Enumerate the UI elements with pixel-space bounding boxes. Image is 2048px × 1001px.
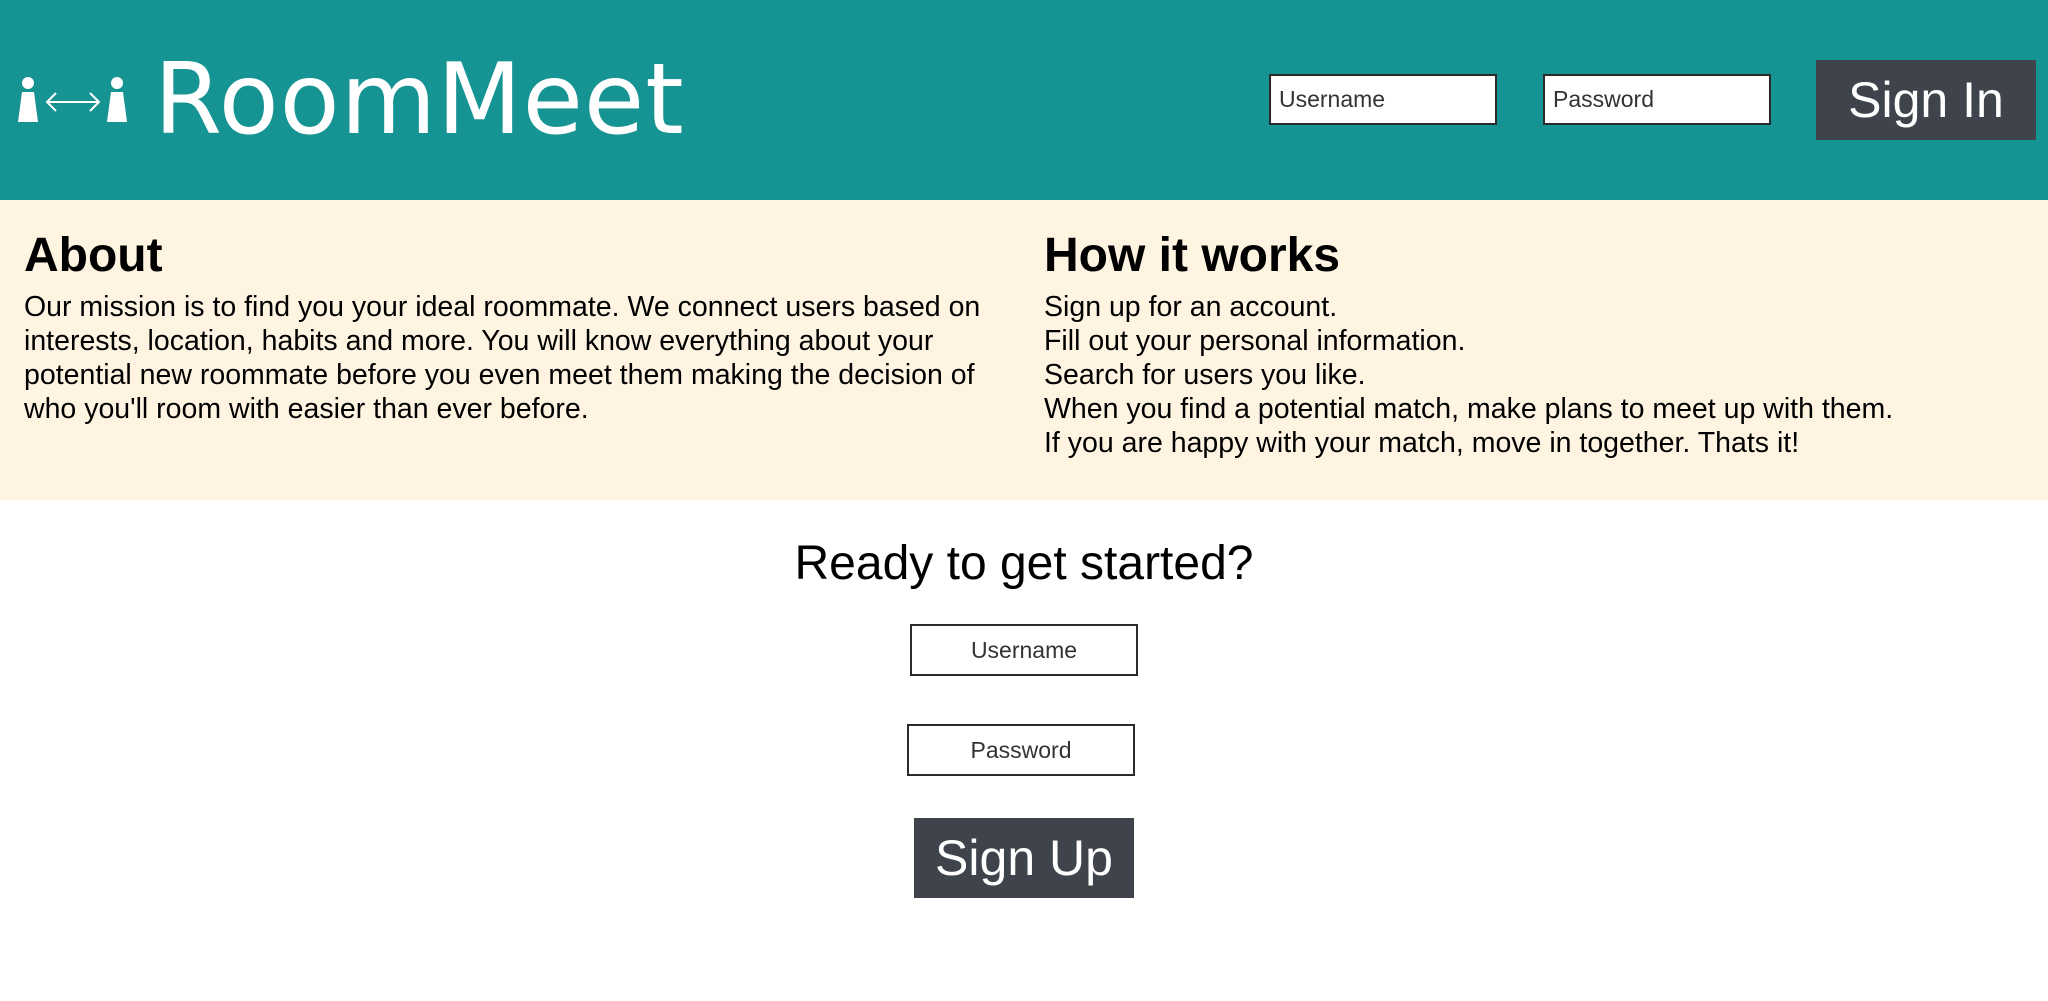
signup-password-input[interactable] bbox=[907, 724, 1135, 776]
sign-in-button[interactable]: Sign In bbox=[1816, 60, 2036, 140]
brand-logo-text: RoomMeet bbox=[154, 43, 685, 157]
step-item: Search for users you like. bbox=[1044, 359, 1366, 391]
how-it-works-heading: How it works bbox=[1044, 229, 1341, 282]
how-it-works-steps: Sign up for an account. Fill out your pe… bbox=[1044, 290, 2024, 460]
site-header: RoomMeet Sign In bbox=[0, 0, 2048, 200]
about-text: Our mission is to find you your ideal ro… bbox=[24, 291, 981, 425]
info-section: About Our mission is to find you your id… bbox=[0, 200, 2048, 500]
sign-up-button[interactable]: Sign Up bbox=[914, 818, 1134, 898]
step-item: Sign up for an account. bbox=[1044, 291, 1338, 323]
header-username-input[interactable] bbox=[1269, 74, 1497, 125]
step-item: When you find a potential match, make pl… bbox=[1044, 393, 1894, 425]
step-item: If you are happy with your match, move i… bbox=[1044, 427, 1800, 459]
step-item: Fill out your personal information. bbox=[1044, 325, 1466, 357]
roommates-connect-icon bbox=[18, 77, 127, 122]
signup-username-input[interactable] bbox=[910, 624, 1138, 676]
about-heading: About bbox=[24, 229, 163, 282]
header-password-input[interactable] bbox=[1543, 74, 1771, 125]
signup-heading: Ready to get started? bbox=[794, 537, 1254, 590]
